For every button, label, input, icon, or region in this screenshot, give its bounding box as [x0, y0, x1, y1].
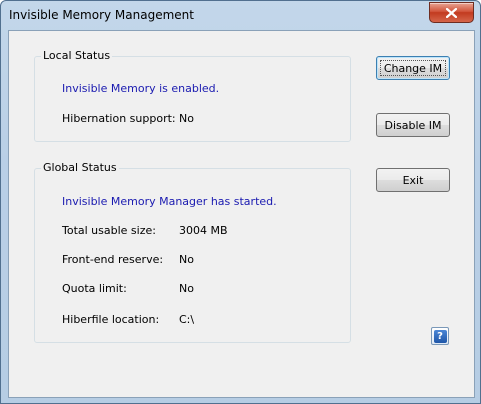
exit-label: Exit — [402, 173, 424, 187]
front-end-reserve-value: No — [179, 253, 194, 266]
local-status-text: Invisible Memory is enabled. — [62, 82, 220, 95]
disable-im-label: Disable IM — [384, 118, 442, 132]
window-title: Invisible Memory Management — [9, 8, 194, 22]
hibernation-support-label: Hibernation support: — [62, 112, 176, 125]
total-usable-size-label: Total usable size: — [62, 224, 156, 237]
hiberfile-location-label: Hiberfile location: — [62, 313, 160, 326]
title-bar[interactable]: Invisible Memory Management — [1, 1, 480, 31]
disable-im-button[interactable]: Disable IM — [376, 113, 450, 137]
global-status-title: Global Status — [41, 161, 119, 174]
local-status-group: Local Status — [34, 49, 351, 142]
focus-ring — [380, 60, 446, 76]
dialog-body: Local Status Invisible Memory is enabled… — [8, 30, 475, 398]
total-usable-size-value: 3004 MB — [179, 224, 228, 237]
help-icon: ? — [433, 329, 447, 343]
close-button[interactable] — [429, 2, 474, 23]
exit-button[interactable]: Exit — [376, 168, 450, 192]
quota-limit-value: No — [179, 282, 194, 295]
dialog-window: Invisible Memory Management Local Status… — [0, 0, 481, 404]
global-status-text: Invisible Memory Manager has started. — [62, 195, 277, 208]
change-im-button[interactable]: Change IM — [376, 56, 450, 80]
hiberfile-location-value: C:\ — [179, 313, 195, 326]
front-end-reserve-label: Front-end reserve: — [62, 253, 164, 266]
quota-limit-label: Quota limit: — [62, 282, 127, 295]
local-status-title: Local Status — [41, 49, 113, 62]
help-button[interactable]: ? — [431, 327, 449, 345]
close-icon — [446, 7, 457, 18]
hibernation-support-value: No — [179, 112, 194, 125]
